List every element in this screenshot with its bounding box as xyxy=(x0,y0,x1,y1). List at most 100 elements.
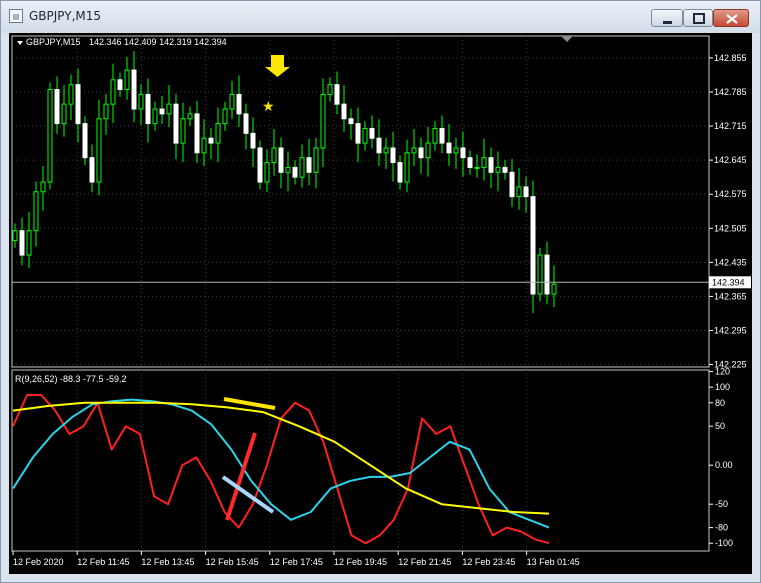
candle-body xyxy=(68,84,74,105)
candle-body xyxy=(96,118,102,183)
price-tick-label: 142.575 xyxy=(714,189,747,199)
price-axis-labels: 142.855 142.785 142.715 142.645 142.575 142.5… xyxy=(709,53,747,370)
candle-body xyxy=(47,89,53,183)
candle-body xyxy=(348,118,354,125)
symbol-label: GBPJPY,M15 xyxy=(26,37,80,47)
price-tick-label: 142.295 xyxy=(714,325,747,335)
indicator-tick-label: -50 xyxy=(715,499,728,509)
chart-shift-marker-icon[interactable] xyxy=(561,36,573,42)
candle-body xyxy=(194,113,200,154)
candle-body xyxy=(250,132,256,149)
candle-body xyxy=(299,157,305,178)
candle-body xyxy=(152,108,158,125)
indicator-tick-label: 100 xyxy=(715,382,730,392)
candle-body xyxy=(474,166,480,169)
candle-body xyxy=(75,84,81,125)
indicator-label: R(9,26,52) -88.3 -77.5 -59.2 xyxy=(15,374,127,384)
current-price-label: 142.394 xyxy=(712,277,745,287)
time-tick-label: 12 Feb 21:45 xyxy=(398,557,451,567)
candle-body xyxy=(544,254,550,295)
candle-body xyxy=(19,230,25,256)
close-icon xyxy=(726,14,738,24)
window-title: GBPJPY,M15 xyxy=(29,9,102,23)
candle-body xyxy=(404,152,410,183)
candle-body xyxy=(327,84,333,95)
candle-body xyxy=(411,147,417,154)
time-tick-label: 12 Feb 23:45 xyxy=(462,557,515,567)
price-tick-label: 142.715 xyxy=(714,121,747,131)
time-tick-label: 12 Feb 15:45 xyxy=(206,557,259,567)
time-tick-label: 12 Feb 2020 xyxy=(13,557,64,567)
candle-body xyxy=(82,123,88,159)
candle-body xyxy=(40,181,46,193)
ohlc-label: 142.346 142.409 142.319 142.394 xyxy=(89,37,227,47)
indicator-red-line xyxy=(12,394,550,545)
candle-body xyxy=(285,166,291,173)
candle-body xyxy=(257,147,263,183)
candle-body xyxy=(320,93,326,149)
time-tick-label: 12 Feb 19:45 xyxy=(334,557,387,567)
candle-body xyxy=(61,103,67,125)
candle-body xyxy=(292,166,298,178)
candle-body xyxy=(453,147,459,154)
candle-body xyxy=(278,147,284,173)
window-titlebar[interactable]: ▤ GBPJPY,M15 xyxy=(1,1,760,33)
candle-body xyxy=(208,137,214,144)
candle-body xyxy=(54,89,60,125)
maximize-button[interactable] xyxy=(683,9,713,27)
time-tick-label: 12 Feb 17:45 xyxy=(270,557,323,567)
time-tick-label: 13 Feb 01:45 xyxy=(527,557,580,567)
candle-body xyxy=(530,196,536,295)
main-panel-border xyxy=(11,35,710,368)
candle-body xyxy=(523,186,529,198)
candle-body xyxy=(166,103,172,115)
price-tick-label: 142.365 xyxy=(714,291,747,301)
candle-body xyxy=(264,162,270,183)
candle-body xyxy=(418,147,424,159)
candle-body xyxy=(138,93,144,110)
candle-body xyxy=(460,147,466,159)
candle-body xyxy=(334,84,340,105)
candle-body xyxy=(502,166,508,173)
candle-body xyxy=(145,93,151,125)
price-tick-label: 142.785 xyxy=(714,87,747,97)
candle-body xyxy=(439,127,445,144)
candle-body xyxy=(89,157,95,183)
chart-area[interactable]: 142.855 142.785 142.715 142.645 142.575 142.5… xyxy=(9,33,752,574)
candle-body xyxy=(131,69,137,110)
minimize-icon xyxy=(663,21,672,24)
candle-body xyxy=(495,166,501,173)
candle-body xyxy=(488,157,494,173)
star-marker-icon[interactable]: ★ xyxy=(262,99,275,115)
candle-body xyxy=(425,142,431,159)
indicator-yellow-line xyxy=(12,401,550,515)
candle-body xyxy=(397,162,403,183)
close-button[interactable] xyxy=(713,9,749,27)
candle-body xyxy=(229,93,235,110)
time-tick-label: 12 Feb 11:45 xyxy=(77,557,129,567)
candle-body xyxy=(33,191,39,232)
price-tick-label: 142.435 xyxy=(714,257,747,267)
candle-body xyxy=(551,283,557,295)
candle-body xyxy=(509,171,515,198)
indicator-panel-border xyxy=(11,369,710,552)
candle-body xyxy=(215,123,221,144)
candle-body xyxy=(362,127,368,144)
minimize-button[interactable] xyxy=(651,9,683,27)
candle-body xyxy=(222,108,228,125)
candle-body xyxy=(516,186,522,198)
candle-body xyxy=(369,127,375,139)
maximize-icon xyxy=(693,13,705,24)
candle-body xyxy=(313,147,319,173)
candle-body xyxy=(432,127,438,144)
annotation-yellow-line[interactable] xyxy=(223,397,276,410)
indicator-tick-label: -80 xyxy=(715,523,728,533)
candle-body xyxy=(341,103,347,120)
chart-canvas[interactable]: 142.855 142.785 142.715 142.645 142.575 142.5… xyxy=(9,33,752,574)
candle-body xyxy=(243,113,249,134)
indicator-tick-label: 120 xyxy=(715,367,730,377)
candle-body xyxy=(26,230,32,256)
chart-menu-arrow-icon[interactable] xyxy=(17,41,23,45)
candle-body xyxy=(271,147,277,164)
candle-body xyxy=(481,157,487,168)
